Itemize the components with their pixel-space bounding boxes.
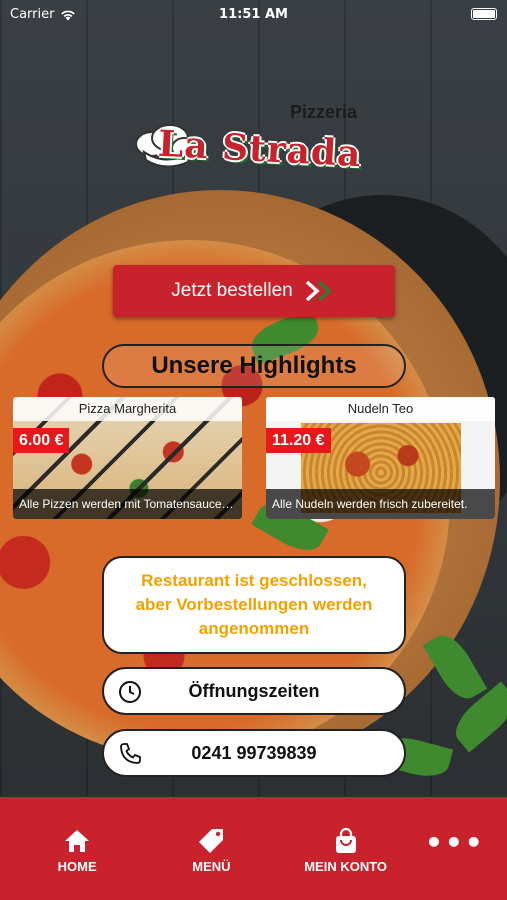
phone-number: 0241 99739839 [191,742,317,763]
order-now-label: Jetzt bestellen [171,280,293,301]
tag-icon [199,829,224,853]
notice-line: aber Vorbestellungen werden [135,595,373,614]
more-dots-icon: ••• [425,826,485,859]
highlight-description: Alle Nudeln werden frisch zubereitet. [266,489,495,519]
restaurant-logo: Pizzeria La Strada [130,98,390,208]
notice-line: angenommen [198,619,310,638]
highlight-price: 6.00 € [13,428,70,453]
home-icon [65,830,90,852]
double-chevron-right-icon [305,280,332,302]
notice-line: Restaurant ist geschlossen, [141,571,367,590]
tab-menu-label: MENÜ [192,859,231,874]
shopping-bag-icon [335,827,356,853]
logo-prefix: Pizzeria [290,102,358,122]
phone-icon [120,743,141,764]
clock-icon [119,681,141,703]
tab-account[interactable]: MEIN KONTO [291,827,401,900]
tab-more[interactable]: ••• [425,827,485,900]
opening-hours-label: Öffnungszeiten [188,680,320,701]
phone-button[interactable]: 0241 99739839 [102,729,406,777]
highlights-title: Unsere Highlights [102,344,406,388]
tab-home[interactable]: HOME [22,827,132,900]
closed-notice: Restaurant ist geschlossen, aber Vorbest… [102,556,406,654]
order-now-button[interactable]: Jetzt bestellen [113,265,395,317]
highlight-card[interactable]: Nudeln Teo 11.20 € Alle Nudeln werden fr… [266,397,495,519]
tab-menu[interactable]: MENÜ [156,827,266,900]
highlight-card[interactable]: Pizza Margherita 6.00 € Alle Pizzen werd… [13,397,242,519]
highlight-name: Nudeln Teo [266,397,495,421]
tab-home-label: HOME [57,859,97,874]
highlight-name: Pizza Margherita [13,397,242,421]
highlight-description: Alle Pizzen werden mit Tomatensauce u... [13,489,242,519]
battery-icon [471,8,497,20]
tab-account-label: MEIN KONTO [304,859,388,874]
opening-hours-button[interactable]: Öffnungszeiten [102,667,406,715]
status-bar: Carrier 11:51 AM [0,0,507,30]
tab-bar: HOME MENÜ MEIN KONTO ••• [0,797,507,900]
highlight-price: 11.20 € [266,428,331,453]
status-time: 11:51 AM [219,7,288,22]
